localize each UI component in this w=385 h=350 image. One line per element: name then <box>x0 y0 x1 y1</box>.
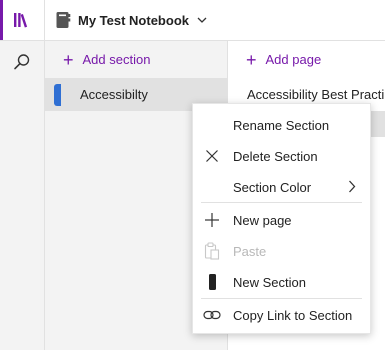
chevron-down-icon <box>197 17 207 24</box>
navigation-rail <box>0 0 45 350</box>
section-label: Accessibilty <box>80 87 148 102</box>
menu-item-new-page[interactable]: New page <box>193 205 370 235</box>
notebooks-button[interactable] <box>0 0 44 41</box>
plus-icon <box>203 211 221 229</box>
notebook-title: My Test Notebook <box>78 12 189 28</box>
menu-item-label: Section Color <box>233 179 312 195</box>
menu-item-section-color[interactable]: Section Color <box>193 172 370 202</box>
menu-item-new-section[interactable]: New Section <box>193 267 370 297</box>
search-icon <box>13 53 31 71</box>
section-context-menu: Rename Section Delete Section Section Co… <box>192 103 371 334</box>
link-icon <box>203 306 221 324</box>
notebook-picker-button[interactable]: My Test Notebook <box>55 5 207 35</box>
notebook-header: My Test Notebook <box>45 0 385 41</box>
menu-item-label: New Section <box>233 274 306 290</box>
page-label: Accessibility Best Practi... <box>247 87 385 102</box>
add-section-button[interactable]: + Add section <box>45 41 227 78</box>
plus-icon: + <box>246 49 257 70</box>
menu-divider <box>201 298 362 299</box>
notebook-icon <box>55 11 71 29</box>
add-page-label: Add page <box>265 52 322 67</box>
search-button[interactable] <box>0 42 44 82</box>
section-icon <box>203 273 221 291</box>
menu-item-rename-section[interactable]: Rename Section <box>193 110 370 140</box>
menu-item-delete-section[interactable]: Delete Section <box>193 141 370 171</box>
menu-item-label: Delete Section <box>233 148 318 164</box>
chevron-right-icon <box>348 180 356 196</box>
menu-item-label: Paste <box>233 243 267 259</box>
menu-divider <box>201 202 362 203</box>
menu-item-copy-link[interactable]: Copy Link to Section <box>193 300 370 330</box>
section-color-tab <box>54 84 61 106</box>
add-page-button[interactable]: + Add page <box>228 41 385 78</box>
plus-icon: + <box>63 49 74 70</box>
menu-item-label: New page <box>233 212 292 228</box>
library-icon <box>13 12 31 28</box>
menu-item-label: Copy Link to Section <box>233 307 353 323</box>
paste-icon <box>203 242 221 260</box>
menu-item-label: Rename Section <box>233 117 330 133</box>
add-section-label: Add section <box>82 52 151 67</box>
close-icon <box>203 147 221 165</box>
menu-item-paste: Paste <box>193 236 370 266</box>
